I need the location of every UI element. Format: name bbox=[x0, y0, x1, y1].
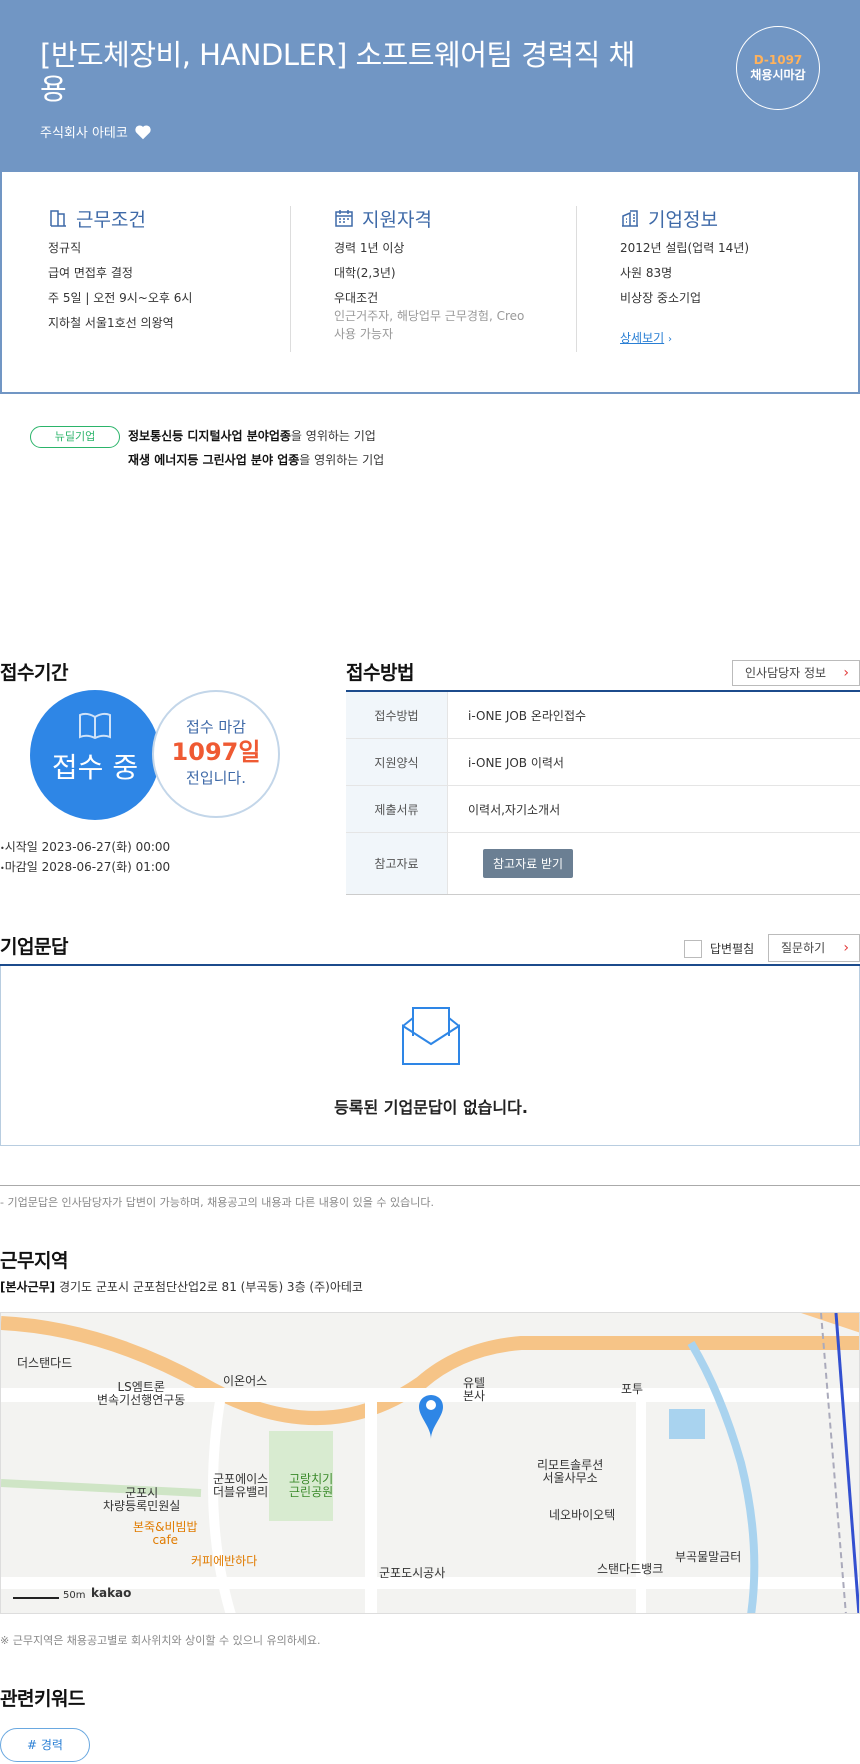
work-type: 정규직 bbox=[48, 241, 82, 255]
chevron-right-icon: › bbox=[668, 334, 672, 345]
kakao-logo: kakao bbox=[91, 1586, 132, 1600]
chevron-right-icon: › bbox=[843, 940, 849, 956]
location-title: 근무지역 bbox=[0, 1250, 68, 1272]
map-label: 커피에반하다 bbox=[191, 1554, 258, 1568]
map-scale: 50m bbox=[63, 1590, 86, 1601]
divider bbox=[576, 206, 577, 352]
map-label: 유텔 본사 bbox=[463, 1376, 486, 1403]
hr-info-button[interactable]: 인사담당자 정보 › bbox=[732, 660, 860, 686]
qual-title: 지원자격 bbox=[362, 208, 432, 231]
map-label: 포투 bbox=[621, 1382, 644, 1396]
table-row: 접수방법 i-ONE JOB 온라인접수 bbox=[346, 692, 860, 739]
keyword-tag[interactable]: # 경력 bbox=[0, 1728, 90, 1762]
work-conditions: 근무조건 정규직 급여 면접후 결정 주 5일 | 오전 9시~오후 6시 지하… bbox=[48, 204, 288, 354]
divider bbox=[290, 206, 291, 352]
envelope-icon bbox=[402, 1007, 460, 1065]
newdeal-line-2: 재생 에너지등 그린사업 분야 업종을 영위하는 기업 bbox=[128, 453, 385, 467]
qual-career: 경력 1년 이상 bbox=[334, 241, 405, 255]
map-label: 고랑치기 근린공원 bbox=[289, 1472, 334, 1499]
qual-preferred: 우대조건 bbox=[334, 291, 379, 305]
map-label: 군포시 차량등록민원실 bbox=[103, 1486, 181, 1513]
start-date: 시작일 2023-06-27(화) 00:00 bbox=[0, 838, 170, 858]
end-date: 마감일 2028-06-27(화) 01:00 bbox=[0, 858, 170, 878]
company-info: 기업정보 2012년 설립(업력 14년) 사원 83명 비상장 중소기업 상세… bbox=[620, 204, 860, 354]
work-hours: 주 5일 | 오전 9시~오후 6시 bbox=[48, 291, 193, 305]
office-icon bbox=[622, 210, 638, 227]
newdeal-line-1: 정보통신등 디지털사업 분야업종을 영위하는 기업 bbox=[128, 429, 376, 443]
qa-note: - 기업문답은 인사담당자가 답변이 가능하며, 채용공고의 내용과 다른 내용… bbox=[0, 1185, 860, 1210]
period-dates: 시작일 2023-06-27(화) 00:00 마감일 2028-06-27(화… bbox=[0, 838, 170, 878]
qual-education: 대학(2,3년) bbox=[334, 266, 396, 280]
corp-title: 기업정보 bbox=[648, 208, 718, 231]
address: [본사근무] 경기도 군포시 군포첨단산업2로 81 (부곡동) 3층 (주)아… bbox=[0, 1280, 363, 1294]
keywords-title: 관련키워드 bbox=[0, 1688, 85, 1710]
expand-answers-label: 답변펼침 bbox=[710, 942, 755, 956]
company-name[interactable]: 주식회사 아테코 bbox=[40, 122, 128, 141]
book-icon bbox=[79, 712, 111, 740]
qual-preferred-detail: 인근거주자, 해당업무 근무경험, Creo 사용 가능자 bbox=[334, 309, 525, 341]
dday-count: D-1097 bbox=[753, 53, 803, 67]
work-subway: 지하철 서울1호선 의왕역 bbox=[48, 316, 174, 330]
dday-badge: D-1097 채용시마감 bbox=[736, 26, 820, 110]
qa-title: 기업문답 bbox=[0, 936, 68, 958]
qualifications: 지원자격 경력 1년 이상 대학(2,3년) 우대조건 인근거주자, 해당업무 … bbox=[334, 204, 574, 354]
corp-type: 비상장 중소기업 bbox=[620, 291, 702, 305]
table-row: 참고자료 참고자료 받기 bbox=[346, 833, 860, 894]
map-label: 군포에이스 더블유밸리 bbox=[213, 1472, 269, 1499]
ask-question-button[interactable]: 질문하기 › bbox=[768, 934, 860, 962]
period-title: 접수기간 bbox=[0, 662, 68, 684]
newdeal-tag: 뉴딜기업 bbox=[30, 426, 120, 448]
dday-label: 채용시마감 bbox=[750, 68, 806, 82]
corp-detail-link[interactable]: 상세보기 bbox=[620, 329, 664, 346]
map-label: 부곡물말금터 bbox=[675, 1550, 742, 1564]
chevron-right-icon: › bbox=[843, 665, 849, 681]
map-label: 네오바이오텍 bbox=[549, 1508, 616, 1522]
corp-founded: 2012년 설립(업력 14년) bbox=[620, 241, 750, 255]
status-label: 접수 중 bbox=[51, 751, 139, 784]
table-row: 제출서류 이력서,자기소개서 bbox=[346, 786, 860, 833]
work-title: 근무조건 bbox=[76, 208, 146, 231]
heart-icon[interactable] bbox=[134, 124, 152, 140]
method-title: 접수방법 bbox=[346, 662, 414, 684]
job-title: [반도체장비, HANDLER] 소프트웨어팀 경력직 채용 bbox=[40, 38, 635, 106]
building-icon bbox=[50, 210, 66, 227]
info-box: 근무조건 정규직 급여 면접후 결정 주 5일 | 오전 9시~오후 6시 지하… bbox=[0, 172, 860, 394]
job-header: [반도체장비, HANDLER] 소프트웨어팀 경력직 채용 주식회사 아테코 … bbox=[0, 0, 860, 172]
deadline-days: 1097일 bbox=[171, 738, 261, 766]
map-label: 스탠다드뱅크 bbox=[597, 1562, 664, 1576]
table-row: 지원양식 i-ONE JOB 이력서 bbox=[346, 739, 860, 786]
work-salary: 급여 면접후 결정 bbox=[48, 266, 133, 280]
map-label: 리모트솔루션 서울사무소 bbox=[537, 1458, 604, 1485]
deadline-label: 접수 마감 bbox=[186, 718, 246, 736]
map-note: ※ 근무지역은 채용공고별로 회사위치와 상이할 수 있으니 유의하세요. bbox=[0, 1634, 321, 1647]
method-table: 접수방법 i-ONE JOB 온라인접수 지원양식 i-ONE JOB 이력서 제출… bbox=[346, 690, 860, 895]
deadline-suffix: 전입니다. bbox=[186, 769, 246, 787]
status-circle: 접수 중 bbox=[30, 690, 160, 820]
qa-empty-message: 등록된 기업문답이 없습니다. bbox=[334, 1098, 528, 1117]
company-row: 주식회사 아테코 bbox=[40, 122, 152, 141]
download-reference-button[interactable]: 참고자료 받기 bbox=[483, 849, 574, 878]
expand-answers-checkbox[interactable] bbox=[684, 940, 702, 958]
map-label: 본죽&비빔밥 cafe bbox=[133, 1520, 198, 1547]
location-map[interactable]: 더스탠다드 LS엠트론 변속기선행연구동 이온어스 유텔 본사 포투 군포에이스… bbox=[0, 1312, 860, 1614]
map-label: 더스탠다드 bbox=[17, 1356, 73, 1370]
corp-employees: 사원 83명 bbox=[620, 266, 673, 280]
map-label: 군포도시공사 bbox=[379, 1566, 446, 1580]
deadline-circle: 접수 마감 1097일 전입니다. bbox=[152, 690, 280, 818]
qa-empty-box: 등록된 기업문답이 없습니다. bbox=[0, 966, 860, 1146]
map-label: LS엠트론 변속기선행연구동 bbox=[97, 1380, 186, 1407]
calendar-icon bbox=[335, 210, 353, 227]
map-label: 이온어스 bbox=[223, 1374, 268, 1388]
